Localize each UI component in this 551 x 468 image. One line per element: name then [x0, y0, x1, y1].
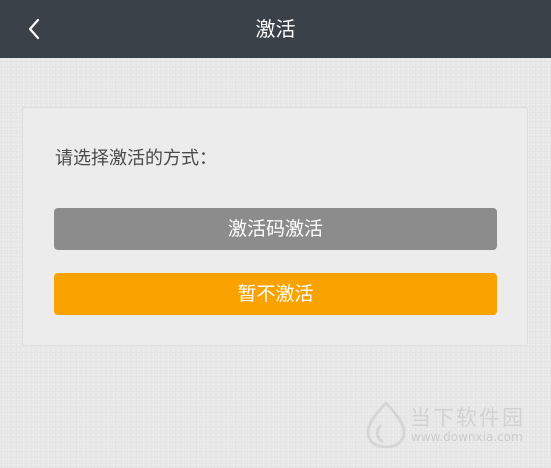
watermark-name: 当下软件园 [410, 406, 525, 430]
activate-with-code-button[interactable]: 激活码激活 [54, 208, 497, 250]
watermark-logo-icon [366, 400, 406, 448]
activation-prompt: 请选择激活的方式： [55, 148, 217, 169]
watermark: 当下软件园 www.downxia.com [364, 398, 544, 450]
page-title: 激活 [255, 17, 296, 41]
skip-activation-button[interactable]: 暂不激活 [54, 273, 497, 315]
activation-card: 请选择激活的方式： 激活码激活 暂不激活 [22, 107, 528, 346]
title-bar: 激活 [0, 0, 551, 58]
watermark-url: www.downxia.com [411, 430, 523, 444]
